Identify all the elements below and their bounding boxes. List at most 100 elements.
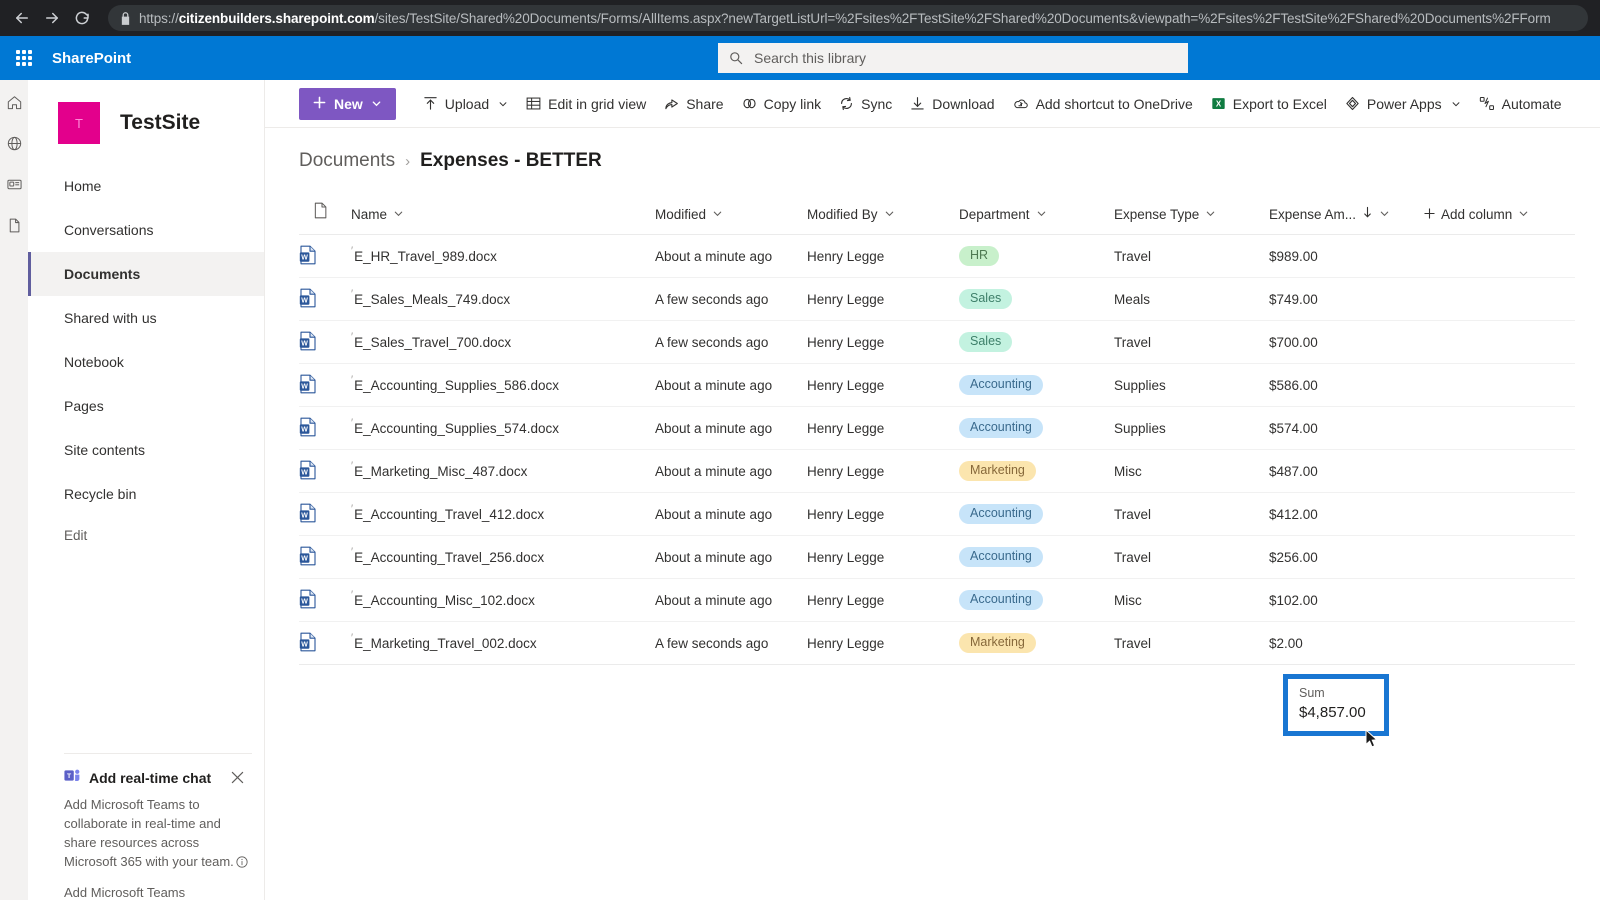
forward-icon[interactable] [38, 4, 66, 32]
add-microsoft-teams-link[interactable]: Add Microsoft Teams [64, 885, 252, 900]
table-row[interactable]: W ′ E_Sales_Travel_700.docx A few seconds a… [299, 320, 1575, 364]
sidebar-item-conversations[interactable]: Conversations [28, 208, 264, 252]
news-icon[interactable] [6, 176, 23, 193]
row-name-cell[interactable]: ′ E_Accounting_Misc_102.docx [351, 579, 655, 622]
file-name-link[interactable]: E_HR_Travel_989.docx [354, 249, 497, 264]
row-amount-cell: $256.00 [1269, 549, 1318, 565]
sync-button[interactable]: Sync [830, 87, 901, 121]
word-doc-icon: W [299, 460, 317, 480]
share-button[interactable]: Share [655, 87, 732, 121]
row-modified-by-cell[interactable]: Henry Legge [807, 407, 959, 450]
row-name-cell[interactable]: ′ E_Sales_Meals_749.docx [351, 278, 655, 321]
table-row[interactable]: W ′ E_Marketing_Misc_487.docx About a minut… [299, 449, 1575, 493]
export-to-excel-button[interactable]: X Export to Excel [1202, 87, 1336, 121]
row-modified-by-cell[interactable]: Henry Legge [807, 579, 959, 622]
search-input[interactable]: Search this library [718, 43, 1188, 73]
upload-button[interactable]: Upload [414, 87, 517, 121]
sidebar-item-home[interactable]: Home [28, 164, 264, 208]
sidebar-item-documents[interactable]: Documents [28, 252, 264, 296]
file-name-link[interactable]: E_Accounting_Supplies_574.docx [354, 421, 559, 436]
sidebar-item-pages[interactable]: Pages [28, 384, 264, 428]
info-icon[interactable] [236, 854, 248, 873]
sidebar-item-recycle-bin[interactable]: Recycle bin [28, 472, 264, 516]
column-header-name[interactable]: Name [351, 202, 655, 235]
column-header-department[interactable]: Department [959, 202, 1114, 235]
table-row[interactable]: W ′ E_Accounting_Misc_102.docx About a minu… [299, 578, 1575, 622]
file-name-link[interactable]: E_Sales_Travel_700.docx [354, 335, 511, 350]
word-doc-icon: W [299, 374, 317, 394]
add-shortcut-to-onedrive-button[interactable]: Add shortcut to OneDrive [1004, 87, 1202, 121]
table-row[interactable]: W ′ E_Marketing_Travel_002.docx A few secon… [299, 621, 1575, 665]
promo-title: Add real-time chat [89, 770, 212, 786]
close-icon[interactable] [228, 768, 246, 786]
table-row[interactable]: W ′ E_Accounting_Travel_256.docx About a mi… [299, 535, 1575, 579]
row-name-cell[interactable]: ′ E_Marketing_Travel_002.docx [351, 622, 655, 665]
row-modified-by-cell[interactable]: Henry Legge [807, 364, 959, 407]
breadcrumb-parent[interactable]: Documents [299, 150, 395, 172]
row-name-cell[interactable]: ′ E_Accounting_Travel_412.docx [351, 493, 655, 536]
sum-total-box[interactable]: Sum $4,857.00 [1283, 674, 1389, 736]
row-name-cell[interactable]: ′ E_Marketing_Misc_487.docx [351, 450, 655, 493]
back-icon[interactable] [8, 4, 36, 32]
site-title[interactable]: TestSite [120, 111, 200, 135]
table-row[interactable]: W ′ E_Accounting_Travel_412.docx About a mi… [299, 492, 1575, 536]
row-modified-cell: About a minute ago [655, 549, 773, 565]
row-name-cell[interactable]: ′ E_Accounting_Supplies_586.docx [351, 364, 655, 407]
table-row[interactable]: W ′ E_Accounting_Supplies_574.docx About a … [299, 406, 1575, 450]
column-header-file-type[interactable] [299, 202, 351, 235]
globe-icon[interactable] [6, 135, 23, 152]
row-name-cell[interactable]: ′ E_Accounting_Supplies_574.docx [351, 407, 655, 450]
new-file-indicator-icon: ′ [351, 288, 354, 300]
file-name-link[interactable]: E_Marketing_Travel_002.docx [354, 636, 537, 651]
file-name-link[interactable]: E_Accounting_Misc_102.docx [354, 593, 535, 608]
chevron-down-icon [371, 96, 382, 112]
row-modified-by-cell[interactable]: Henry Legge [807, 493, 959, 536]
table-row[interactable]: W ′ E_Sales_Meals_749.docx A few seconds ag… [299, 277, 1575, 321]
sharepoint-brand[interactable]: SharePoint [52, 50, 131, 67]
power-apps-button[interactable]: Power Apps [1336, 87, 1470, 121]
address-bar[interactable]: https://citizenbuilders.sharepoint.com/s… [108, 5, 1588, 31]
file-name-link[interactable]: E_Marketing_Misc_487.docx [354, 464, 527, 479]
column-header-modified-by[interactable]: Modified By [807, 202, 959, 235]
row-modified-by-cell[interactable]: Henry Legge [807, 278, 959, 321]
column-header-add-column[interactable]: Add column [1424, 202, 1575, 235]
column-header-expense-amount[interactable]: Expense Am... [1269, 202, 1424, 235]
automate-button[interactable]: Automate [1470, 87, 1571, 121]
file-name-link[interactable]: E_Accounting_Travel_256.docx [354, 550, 544, 565]
file-name-link[interactable]: E_Accounting_Travel_412.docx [354, 507, 544, 522]
edit-in-grid-view-button[interactable]: Edit in grid view [517, 87, 655, 121]
row-file-icon-cell: W [299, 579, 351, 622]
file-name-link[interactable]: E_Accounting_Supplies_586.docx [354, 378, 559, 393]
row-name-cell[interactable]: ′ E_Accounting_Travel_256.docx [351, 536, 655, 579]
sidebar-item-edit[interactable]: Edit [28, 516, 264, 554]
copy-link-button[interactable]: Copy link [733, 87, 831, 121]
row-modified-by-cell[interactable]: Henry Legge [807, 622, 959, 665]
home-icon[interactable] [6, 94, 23, 111]
sidebar-item-shared-with-us[interactable]: Shared with us [28, 296, 264, 340]
document-icon[interactable] [6, 217, 23, 234]
svg-text:W: W [301, 254, 308, 261]
row-file-icon-cell: W [299, 278, 351, 321]
svg-text:W: W [301, 641, 308, 648]
column-header-modified[interactable]: Modified [655, 202, 807, 235]
new-button[interactable]: New [299, 87, 396, 120]
row-name-cell[interactable]: ′ E_HR_Travel_989.docx [351, 235, 655, 278]
sidebar-item-site-contents[interactable]: Site contents [28, 428, 264, 472]
row-name-cell[interactable]: ′ E_Sales_Travel_700.docx [351, 321, 655, 364]
column-header-expense-type[interactable]: Expense Type [1114, 202, 1269, 235]
row-modified-by-cell[interactable]: Henry Legge [807, 321, 959, 364]
row-modified-by-cell[interactable]: Henry Legge [807, 235, 959, 278]
file-name-link[interactable]: E_Sales_Meals_749.docx [354, 292, 510, 307]
row-modified-by-cell[interactable]: Henry Legge [807, 450, 959, 493]
sidebar-item-notebook[interactable]: Notebook [28, 340, 264, 384]
row-file-icon-cell: W [299, 536, 351, 579]
table-row[interactable]: W ′ E_HR_Travel_989.docx About a minute ago… [299, 234, 1575, 278]
table-row[interactable]: W ′ E_Accounting_Supplies_586.docx About a … [299, 363, 1575, 407]
row-modified-by-cell[interactable]: Henry Legge [807, 536, 959, 579]
word-doc-icon: W [299, 546, 317, 566]
reload-icon[interactable] [68, 4, 96, 32]
download-button[interactable]: Download [901, 87, 1003, 121]
row-expense-type-cell: Meals [1114, 291, 1151, 307]
app-launcher-icon[interactable] [0, 36, 48, 80]
chevron-down-icon [1036, 207, 1047, 222]
